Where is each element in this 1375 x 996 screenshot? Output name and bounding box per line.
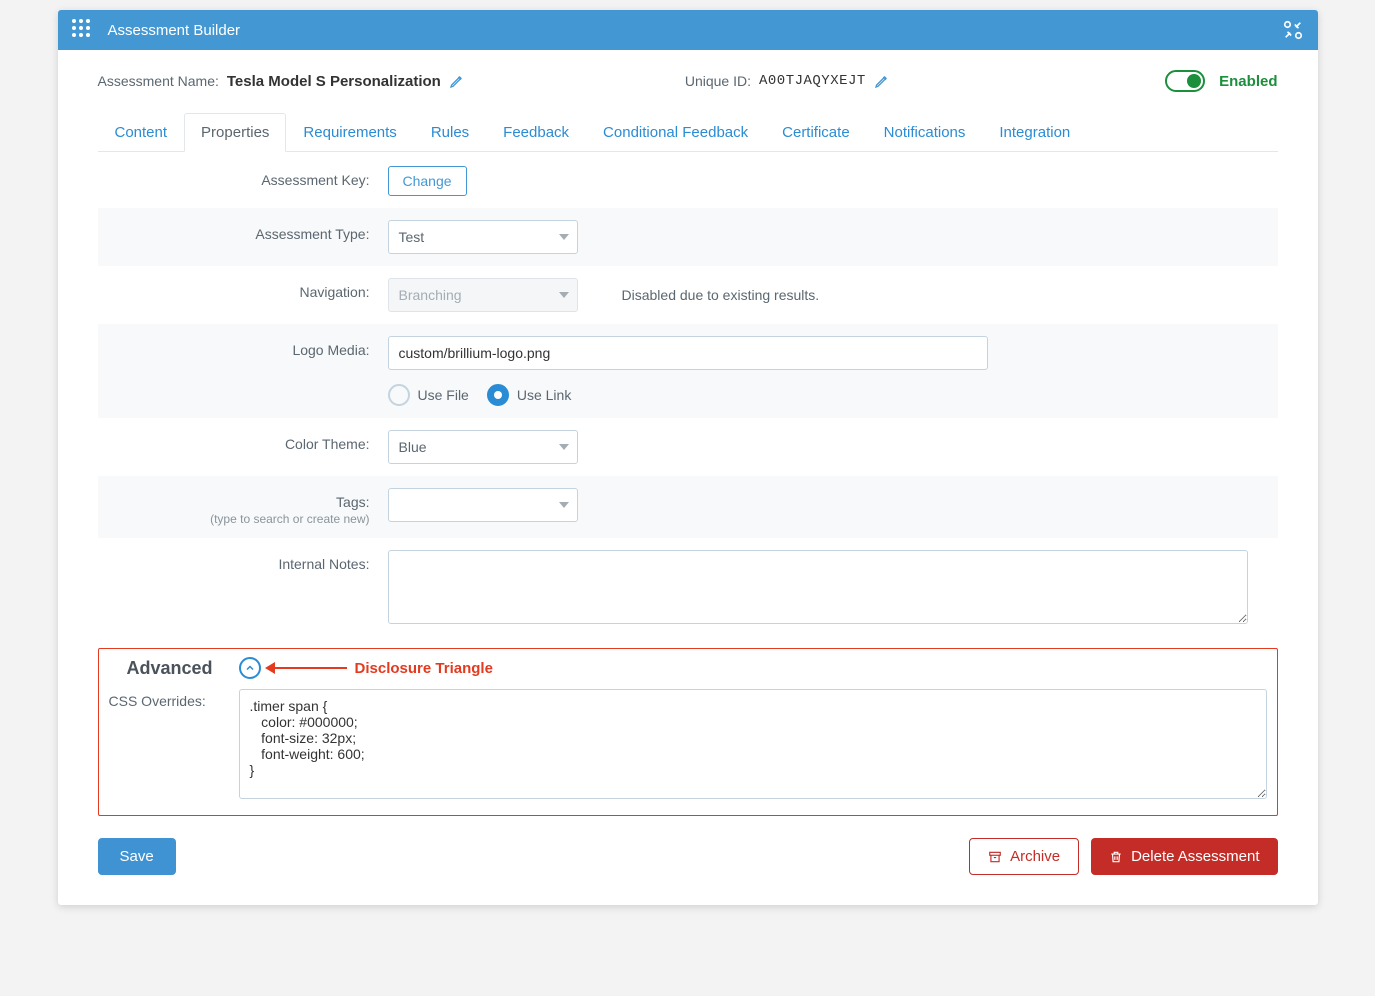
css-overrides-textarea[interactable] (239, 689, 1267, 799)
chevron-down-icon (559, 292, 569, 298)
archive-icon (988, 850, 1002, 864)
tags-sublabel: (type to search or create new) (98, 512, 370, 526)
assessment-header: Assessment Name: Tesla Model S Personali… (98, 70, 1278, 92)
tab-feedback[interactable]: Feedback (486, 113, 586, 152)
assessment-builder-window: Assessment Builder Assessment Name: Tesl… (58, 10, 1318, 905)
color-theme-select[interactable]: Blue (388, 430, 578, 464)
tab-notifications[interactable]: Notifications (867, 113, 983, 152)
edit-name-icon[interactable] (449, 73, 465, 89)
navigation-select: Branching (388, 278, 578, 312)
callout-arrow: Disclosure Triangle (267, 660, 493, 677)
delete-label: Delete Assessment (1131, 848, 1259, 865)
callout-label: Disclosure Triangle (355, 660, 493, 677)
color-theme-value: Blue (399, 439, 427, 455)
row-tags: Tags: (type to search or create new) (98, 476, 1278, 538)
unique-id-label: Unique ID: (685, 73, 751, 89)
assessment-type-value: Test (399, 229, 425, 245)
properties-form: Assessment Key: Change Assessment Type: … (98, 154, 1278, 816)
chevron-up-icon (244, 662, 256, 674)
tab-certificate[interactable]: Certificate (765, 113, 867, 152)
logo-use-link-radio[interactable]: Use Link (487, 384, 571, 406)
enabled-toggle[interactable] (1165, 70, 1205, 92)
tab-conditional-feedback[interactable]: Conditional Feedback (586, 113, 765, 152)
label-tags: Tags: (type to search or create new) (98, 488, 388, 526)
advanced-section-highlight: Advanced Disclosure Triangle CSS Overrid… (98, 648, 1278, 816)
tab-rules[interactable]: Rules (414, 113, 486, 152)
enabled-label: Enabled (1219, 73, 1277, 90)
tab-content[interactable]: Content (98, 113, 185, 152)
label-logo-media: Logo Media: (98, 336, 388, 358)
assessment-type-select[interactable]: Test (388, 220, 578, 254)
apps-grid-icon[interactable] (72, 19, 94, 41)
window-title: Assessment Builder (108, 22, 1282, 39)
tab-integration[interactable]: Integration (982, 113, 1087, 152)
archive-label: Archive (1010, 848, 1060, 865)
label-assessment-key: Assessment Key: (98, 166, 388, 188)
row-assessment-key: Assessment Key: Change (98, 154, 1278, 208)
tabs: Content Properties Requirements Rules Fe… (98, 112, 1278, 152)
row-logo-media: Logo Media: Use File Use Link (98, 324, 1278, 418)
navigation-disabled-note: Disabled due to existing results. (622, 287, 820, 303)
label-navigation: Navigation: (98, 278, 388, 300)
titlebar: Assessment Builder (58, 10, 1318, 50)
row-internal-notes: Internal Notes: (98, 538, 1278, 636)
navigation-value: Branching (399, 287, 462, 303)
advanced-heading: Advanced (127, 658, 213, 679)
tools-icon[interactable] (1282, 19, 1304, 41)
tags-combobox[interactable] (388, 488, 578, 522)
advanced-heading-row: Advanced Disclosure Triangle (127, 657, 1267, 679)
logo-use-file-radio[interactable]: Use File (388, 384, 469, 406)
row-css-overrides: CSS Overrides: (109, 689, 1267, 799)
edit-uid-icon[interactable] (874, 73, 890, 89)
advanced-disclosure-toggle[interactable] (239, 657, 261, 679)
logo-use-link-label: Use Link (517, 387, 571, 403)
logo-media-input[interactable] (388, 336, 988, 370)
row-color-theme: Color Theme: Blue (98, 418, 1278, 476)
row-assessment-type: Assessment Type: Test (98, 208, 1278, 266)
row-navigation: Navigation: Branching Disabled due to ex… (98, 266, 1278, 324)
tab-requirements[interactable]: Requirements (286, 113, 413, 152)
logo-use-file-label: Use File (418, 387, 469, 403)
label-color-theme: Color Theme: (98, 430, 388, 452)
chevron-down-icon (559, 444, 569, 450)
unique-id-value: A00TJAQYXEJT (759, 73, 866, 89)
delete-assessment-button[interactable]: Delete Assessment (1091, 838, 1277, 875)
internal-notes-textarea[interactable] (388, 550, 1248, 624)
archive-button[interactable]: Archive (969, 838, 1079, 875)
trash-icon (1109, 850, 1123, 864)
assessment-name-label: Assessment Name: (98, 73, 219, 89)
chevron-down-icon (559, 234, 569, 240)
save-button[interactable]: Save (98, 838, 176, 875)
tab-properties[interactable]: Properties (184, 113, 286, 152)
assessment-name-value: Tesla Model S Personalization (227, 73, 441, 90)
chevron-down-icon (559, 502, 569, 508)
label-css-overrides: CSS Overrides: (109, 693, 206, 709)
label-assessment-type: Assessment Type: (98, 220, 388, 242)
label-internal-notes: Internal Notes: (98, 550, 388, 572)
footer: Save Archive Delete Assessment (98, 838, 1278, 875)
change-key-button[interactable]: Change (388, 166, 467, 196)
